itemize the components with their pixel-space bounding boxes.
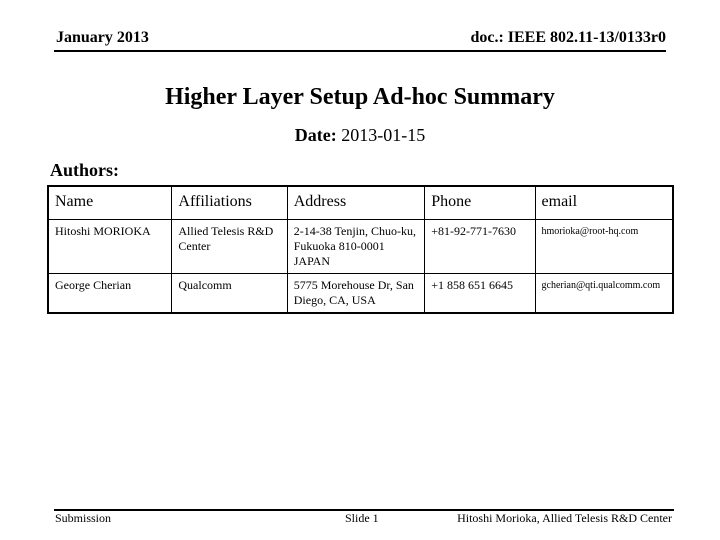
table-header-row: Name Affiliations Address Phone email (47, 185, 674, 220)
author-phone: +1 858 651 6645 (424, 273, 536, 314)
column-header-name: Name (47, 185, 173, 220)
author-name: George Cherian (47, 273, 173, 314)
author-affiliation: Allied Telesis R&D Center (171, 219, 288, 274)
address-line: Diego, CA, USA (293, 293, 376, 307)
header-doc-id: doc.: IEEE 802.11-13/0133r0 (470, 29, 666, 46)
slide-title: Higher Layer Setup Ad-hoc Summary (165, 84, 555, 110)
column-header-phone: Phone (424, 185, 536, 220)
address-line: 5775 Morehouse Dr, San (293, 278, 414, 292)
header-divider (54, 50, 666, 52)
column-header-affiliations: Affiliations (171, 185, 288, 220)
footer-author: Hitoshi Morioka, Allied Telesis R&D Cent… (457, 511, 672, 525)
footer-submission: Submission (55, 511, 112, 525)
address-line: Fukuoka 810-0001 (293, 239, 385, 253)
author-name: Hitoshi MORIOKA (47, 219, 173, 274)
author-phone: +81-92-771-7630 (424, 219, 536, 274)
author-email: gcherian@qti.qualcomm.com (534, 273, 674, 314)
column-header-email: email (534, 185, 674, 220)
authors-table: Name Affiliations Address Phone email Hi… (47, 185, 674, 314)
date-line: Date: 2013-01-15 (0, 125, 720, 146)
table-row: Hitoshi MORIOKA Allied Telesis R&D Cente… (47, 219, 674, 274)
date-label: Date: (294, 125, 337, 145)
footer-slide-number: Slide 1 (345, 511, 379, 525)
authors-label: Authors: (50, 160, 120, 180)
author-address: 5775 Morehouse Dr, San Diego, CA, USA (286, 273, 426, 314)
address-line: 2-14-38 Tenjin, Chuo-ku, (293, 224, 417, 238)
author-affiliation: Qualcomm (171, 273, 288, 314)
author-email: hmorioka@root-hq.com (534, 219, 674, 274)
date-value: 2013-01-15 (341, 125, 426, 145)
address-line: JAPAN (293, 254, 330, 268)
author-address: 2-14-38 Tenjin, Chuo-ku, Fukuoka 810-000… (286, 219, 426, 274)
header-date: January 2013 (56, 29, 149, 46)
column-header-address: Address (286, 185, 426, 220)
table-row: George Cherian Qualcomm 5775 Morehouse D… (47, 273, 674, 314)
